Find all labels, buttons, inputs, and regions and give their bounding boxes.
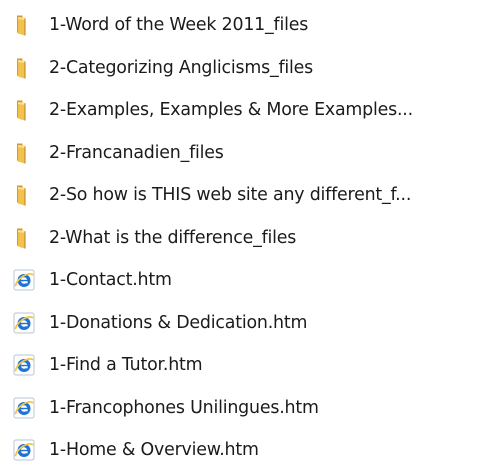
file-name: 2-Categorizing Anglicisms_files <box>49 57 313 78</box>
folder-icon <box>12 98 36 122</box>
htm-file-item[interactable]: 1-Find a Tutor.htm <box>0 344 499 387</box>
folder-icon <box>12 56 36 80</box>
folder-icon <box>12 183 36 207</box>
folder-item[interactable]: 2-So how is THIS web site any different_… <box>0 174 499 217</box>
internet-explorer-icon <box>12 353 36 377</box>
file-name: 1-Donations & Dedication.htm <box>49 312 308 333</box>
internet-explorer-icon <box>12 311 36 335</box>
file-name: 1-Francophones Unilingues.htm <box>49 397 319 418</box>
htm-file-item[interactable]: 1-Francophones Unilingues.htm <box>0 387 499 430</box>
internet-explorer-icon <box>12 268 36 292</box>
file-name: 2-What is the difference_files <box>49 227 297 248</box>
htm-file-item[interactable]: 1-Home & Overview.htm <box>0 429 499 472</box>
htm-file-item[interactable]: 1-Contact.htm <box>0 259 499 302</box>
file-name: 1-Home & Overview.htm <box>49 440 259 461</box>
file-name: 2-So how is THIS web site any different_… <box>49 185 412 206</box>
internet-explorer-icon <box>12 438 36 462</box>
file-list: 1-Word of the Week 2011_files 2-Categori… <box>0 4 499 472</box>
folder-item[interactable]: 2-Categorizing Anglicisms_files <box>0 47 499 90</box>
folder-item[interactable]: 1-Word of the Week 2011_files <box>0 4 499 47</box>
folder-item[interactable]: 2-Examples, Examples & More Examples... <box>0 89 499 132</box>
folder-icon <box>12 141 36 165</box>
folder-icon <box>12 13 36 37</box>
folder-icon <box>12 226 36 250</box>
internet-explorer-icon <box>12 396 36 420</box>
htm-file-item[interactable]: 1-Donations & Dedication.htm <box>0 302 499 345</box>
file-name: 1-Find a Tutor.htm <box>49 355 203 376</box>
file-name: 1-Word of the Week 2011_files <box>49 15 309 36</box>
file-name: 2-Francanadien_files <box>49 142 224 163</box>
file-name: 1-Contact.htm <box>49 270 172 291</box>
folder-item[interactable]: 2-What is the difference_files <box>0 217 499 260</box>
file-name: 2-Examples, Examples & More Examples... <box>49 100 413 121</box>
folder-item[interactable]: 2-Francanadien_files <box>0 132 499 175</box>
